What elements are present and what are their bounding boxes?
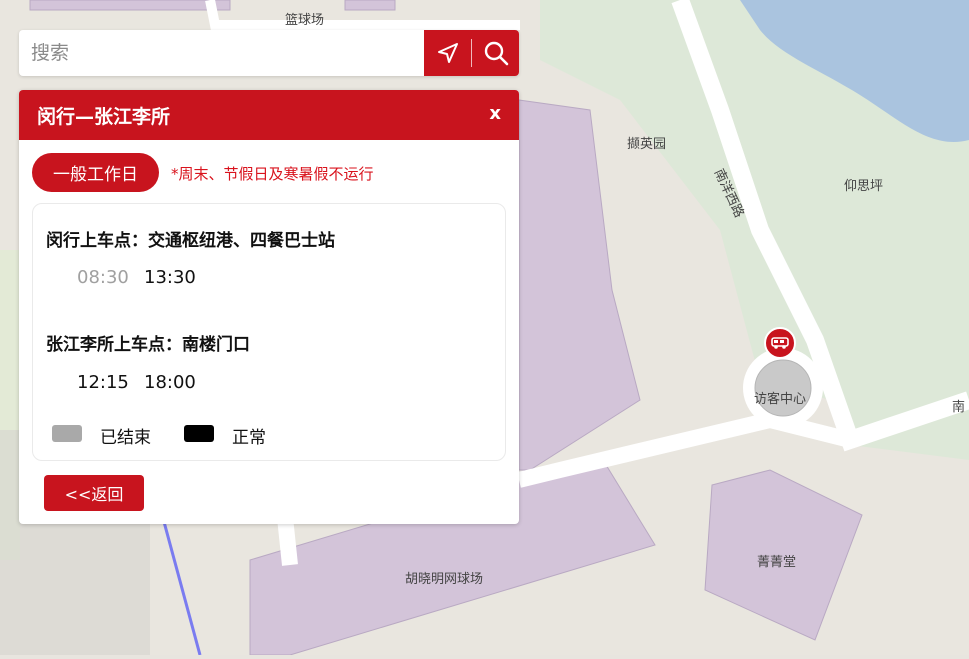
map-label-basketball: 篮球场 <box>285 13 325 28</box>
tab-weekday[interactable]: 一般工作日 <box>32 153 159 192</box>
schedule-note: *周末、节假日及寒暑假不运行 <box>171 165 374 183</box>
building-north <box>344 0 396 11</box>
stop-zhangjiang-label: 张江李所上车点：南楼门口 <box>46 335 250 355</box>
close-button[interactable]: x <box>489 103 501 124</box>
building-basketball <box>29 0 231 11</box>
map-label-jingjingtang: 菁菁堂 <box>757 555 797 570</box>
van-icon <box>771 337 789 349</box>
search-icon <box>484 41 508 66</box>
route-title: 闵行—张江李所 <box>37 106 171 128</box>
map-label-xieyingyuan: 撷英园 <box>627 137 667 152</box>
legend-swatch-normal <box>184 425 214 442</box>
departure-time: 12:15 <box>77 372 129 393</box>
visitor-center-marker[interactable] <box>764 327 796 359</box>
legend-swatch-ended <box>52 425 82 442</box>
stop-minhang-label: 闵行上车点：交通枢纽港、四餐巴士站 <box>46 231 335 251</box>
panel-header: 闵行—张江李所 x <box>19 90 519 140</box>
search-input[interactable] <box>19 30 423 76</box>
schedule-card: 闵行上车点：交通枢纽港、四餐巴士站 08:30 13:30 张江李所上车点：南楼… <box>32 203 506 461</box>
map-label-visitor-center: 访客中心 <box>754 392 807 407</box>
departure-time: 18:00 <box>144 372 196 393</box>
route-panel: 闵行—张江李所 x 一般工作日 *周末、节假日及寒暑假不运行 闵行上车点：交通枢… <box>19 90 519 524</box>
departure-time-ended: 08:30 <box>77 267 129 288</box>
locate-button[interactable] <box>424 30 471 76</box>
back-button[interactable]: <<返回 <box>44 475 144 511</box>
legend-label-ended: 已结束 <box>100 428 151 448</box>
search-actions <box>424 30 519 76</box>
legend-label-normal: 正常 <box>232 428 266 448</box>
departure-time: 13:30 <box>144 267 196 288</box>
map-label-tennis: 胡晓明网球场 <box>405 572 484 587</box>
navigation-arrow-icon <box>437 43 458 63</box>
search-bar <box>19 30 519 76</box>
search-button[interactable] <box>472 30 519 76</box>
map-label-yangsiping: 仰思坪 <box>844 179 884 194</box>
map-label-nan-partial: 南 <box>952 400 966 415</box>
